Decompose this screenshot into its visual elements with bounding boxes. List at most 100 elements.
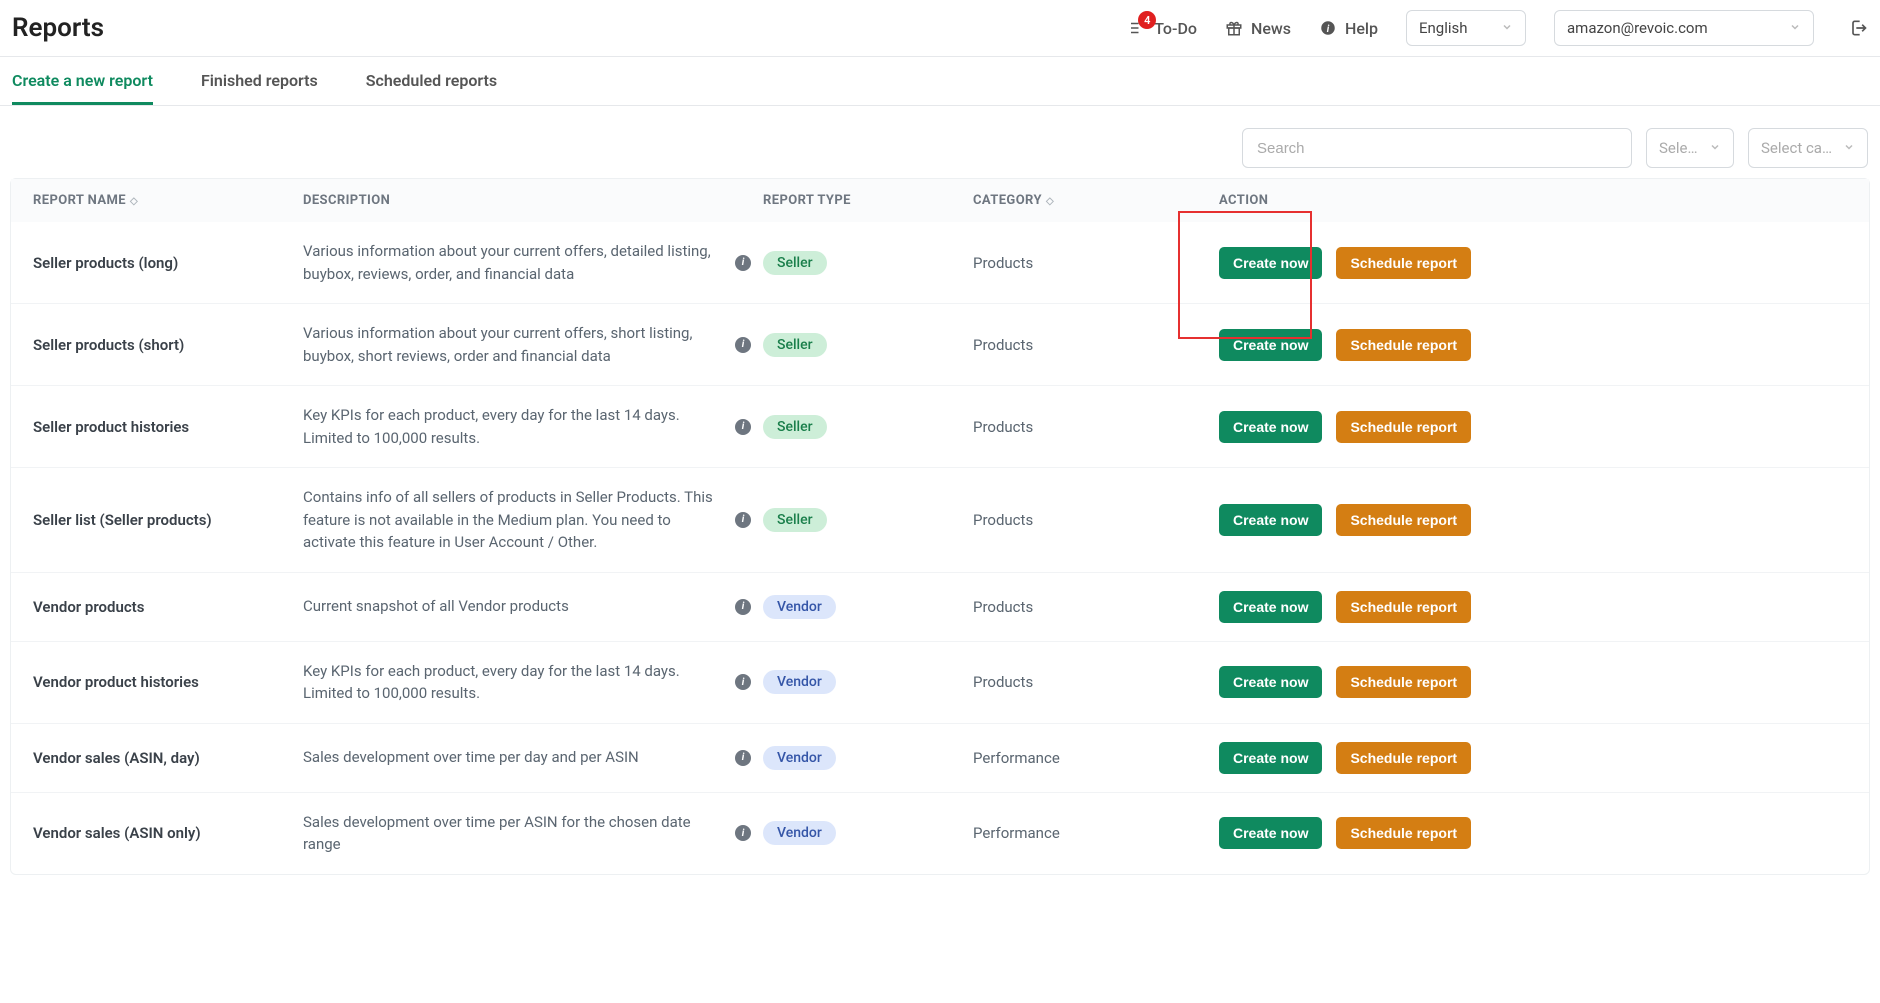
info-icon[interactable]: i (735, 599, 751, 615)
col-header-desc: DESCRIPTION (303, 193, 763, 208)
account-select[interactable]: amazon@revoic.com (1554, 10, 1814, 46)
info-icon[interactable]: i (735, 825, 751, 841)
col-header-type: REPORT TYPE (763, 193, 973, 208)
report-type-tag: Vendor (763, 746, 836, 770)
schedule-report-button[interactable]: Schedule report (1336, 666, 1471, 698)
report-name: Seller product histories (23, 418, 303, 436)
page-title: Reports (12, 13, 104, 43)
news-label: News (1251, 19, 1291, 38)
info-icon[interactable]: i (735, 337, 751, 353)
todo-label: To-Do (1154, 19, 1197, 38)
report-type-tag: Vendor (763, 595, 836, 619)
filter-select-1[interactable]: Sele… (1646, 128, 1734, 168)
schedule-report-button[interactable]: Schedule report (1336, 742, 1471, 774)
schedule-report-button[interactable]: Schedule report (1336, 817, 1471, 849)
report-type-tag: Seller (763, 333, 827, 357)
report-category: Products (973, 511, 1219, 529)
report-category: Performance (973, 824, 1219, 842)
report-description: Various information about your current o… (303, 322, 723, 367)
report-type-tag: Seller (763, 251, 827, 275)
create-now-button[interactable]: Create now (1219, 666, 1322, 698)
info-icon[interactable]: i (735, 419, 751, 435)
report-category: Performance (973, 749, 1219, 767)
sort-icon: ◇ (130, 196, 138, 207)
report-name: Vendor sales (ASIN only) (23, 824, 303, 842)
report-name: Seller list (Seller products) (23, 511, 303, 529)
report-category: Products (973, 598, 1219, 616)
report-category: Products (973, 418, 1219, 436)
tab-scheduled-reports[interactable]: Scheduled reports (366, 71, 497, 105)
table-header: REPORT NAME◇ DESCRIPTION REPORT TYPE CAT… (11, 179, 1869, 222)
help-link[interactable]: i Help (1319, 19, 1378, 38)
language-value: English (1419, 19, 1468, 37)
table-row: Seller products (short)Various informati… (11, 304, 1869, 386)
chevron-down-icon (1501, 21, 1513, 36)
report-description: Sales development over time per day and … (303, 746, 723, 769)
report-name: Vendor product histories (23, 673, 303, 691)
gift-icon (1225, 19, 1243, 37)
report-category: Products (973, 673, 1219, 691)
table-row: Seller product historiesKey KPIs for eac… (11, 386, 1869, 468)
report-name: Seller products (short) (23, 336, 303, 354)
report-description: Sales development over time per ASIN for… (303, 811, 723, 856)
chevron-down-icon (1843, 141, 1855, 156)
report-description: Current snapshot of all Vendor products (303, 595, 723, 618)
language-select[interactable]: English (1406, 10, 1526, 46)
create-now-button[interactable]: Create now (1219, 504, 1322, 536)
info-icon[interactable]: i (735, 750, 751, 766)
filter-select-2-value: Select ca… (1761, 139, 1832, 157)
chevron-down-icon (1789, 21, 1801, 36)
search-input[interactable] (1242, 128, 1632, 168)
report-category: Products (973, 254, 1219, 272)
create-now-button[interactable]: Create now (1219, 329, 1322, 361)
col-header-action: ACTION (1219, 193, 1857, 208)
account-value: amazon@revoic.com (1567, 19, 1708, 37)
info-icon[interactable]: i (735, 512, 751, 528)
report-category: Products (973, 336, 1219, 354)
report-name: Seller products (long) (23, 254, 303, 272)
help-label: Help (1345, 19, 1378, 38)
info-icon[interactable]: i (735, 674, 751, 690)
todo-link[interactable]: 4 To-Do (1128, 19, 1197, 38)
report-type-tag: Seller (763, 508, 827, 532)
filter-select-1-value: Sele… (1659, 139, 1698, 157)
col-header-name[interactable]: REPORT NAME◇ (23, 193, 303, 208)
news-link[interactable]: News (1225, 19, 1291, 38)
report-description: Key KPIs for each product, every day for… (303, 404, 723, 449)
chevron-down-icon (1709, 141, 1721, 156)
create-now-button[interactable]: Create now (1219, 411, 1322, 443)
filter-select-2[interactable]: Select ca… (1748, 128, 1868, 168)
report-type-tag: Seller (763, 415, 827, 439)
create-now-button[interactable]: Create now (1219, 591, 1322, 623)
create-now-button[interactable]: Create now (1219, 817, 1322, 849)
table-row: Vendor sales (ASIN, day)Sales developmen… (11, 724, 1869, 793)
report-description: Key KPIs for each product, every day for… (303, 660, 723, 705)
schedule-report-button[interactable]: Schedule report (1336, 247, 1471, 279)
schedule-report-button[interactable]: Schedule report (1336, 411, 1471, 443)
report-type-tag: Vendor (763, 670, 836, 694)
table-row: Seller list (Seller products)Contains in… (11, 468, 1869, 573)
logout-icon[interactable] (1848, 18, 1868, 38)
table-row: Vendor sales (ASIN only)Sales developmen… (11, 793, 1869, 874)
report-name: Vendor products (23, 598, 303, 616)
report-type-tag: Vendor (763, 821, 836, 845)
info-icon[interactable]: i (735, 255, 751, 271)
report-description: Various information about your current o… (303, 240, 723, 285)
report-description: Contains info of all sellers of products… (303, 486, 723, 554)
schedule-report-button[interactable]: Schedule report (1336, 329, 1471, 361)
table-row: Vendor productsCurrent snapshot of all V… (11, 573, 1869, 642)
reports-table: REPORT NAME◇ DESCRIPTION REPORT TYPE CAT… (10, 178, 1870, 875)
col-header-category[interactable]: CATEGORY◇ (973, 193, 1219, 208)
schedule-report-button[interactable]: Schedule report (1336, 591, 1471, 623)
schedule-report-button[interactable]: Schedule report (1336, 504, 1471, 536)
create-now-button[interactable]: Create now (1219, 742, 1322, 774)
report-name: Vendor sales (ASIN, day) (23, 749, 303, 767)
table-row: Vendor product historiesKey KPIs for eac… (11, 642, 1869, 724)
sort-icon: ◇ (1046, 196, 1054, 207)
tab-create-report[interactable]: Create a new report (12, 71, 153, 105)
todo-icon: 4 (1128, 19, 1146, 37)
table-row: Seller products (long)Various informatio… (11, 222, 1869, 304)
create-now-button[interactable]: Create now (1219, 247, 1322, 279)
tab-finished-reports[interactable]: Finished reports (201, 71, 318, 105)
info-icon: i (1319, 19, 1337, 37)
